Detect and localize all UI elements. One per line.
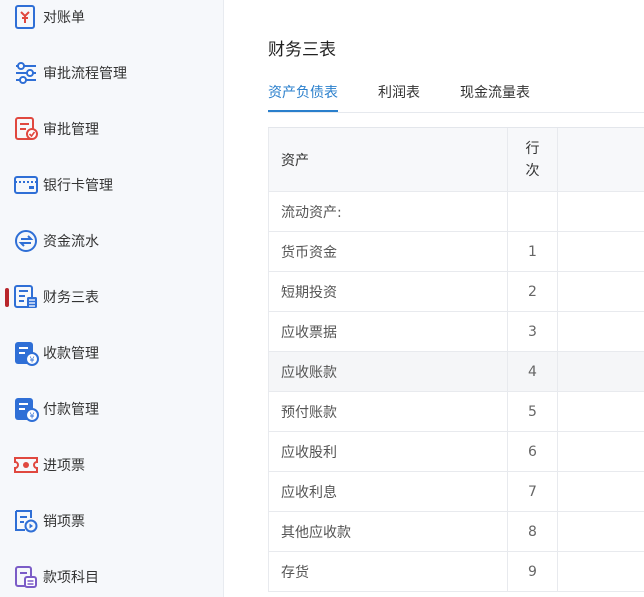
table-row[interactable]: 短期投资 2: [268, 272, 644, 312]
line-cell: 3: [508, 312, 558, 351]
asset-cell: 存货: [268, 552, 508, 591]
value-cell: [558, 272, 644, 311]
bank-card-icon: [13, 172, 39, 198]
line-cell: 1: [508, 232, 558, 271]
receipt-icon: [13, 4, 39, 30]
table-row[interactable]: 应收账款 4: [268, 352, 644, 392]
sidebar-item-payment[interactable]: ¥ 付款管理: [0, 389, 223, 429]
svg-text:¥: ¥: [29, 412, 34, 421]
sidebar-item-account-subject[interactable]: 款项科目: [0, 557, 223, 597]
table-row[interactable]: 其他应收款 8: [268, 512, 644, 552]
header-line-number: 行 次: [508, 128, 558, 191]
table-row[interactable]: 应收票据 3: [268, 312, 644, 352]
value-cell: [558, 552, 644, 591]
value-cell: [558, 312, 644, 351]
table-header-row: 资产 行 次: [268, 128, 644, 192]
sidebar-item-statement[interactable]: 对账单: [0, 0, 223, 37]
sidebar-item-label: 对账单: [43, 10, 85, 26]
line-cell: [508, 192, 558, 231]
asset-cell: 短期投资: [268, 272, 508, 311]
sidebar-item-label: 审批管理: [43, 122, 99, 138]
sidebar-item-label: 进项票: [43, 458, 85, 474]
line-cell: 9: [508, 552, 558, 591]
page-title: 财务三表: [268, 40, 336, 60]
sidebar: 对账单 审批流程管理 审批管理 银行卡管理 资金流水 财务三表 ¥ 收款管理 ¥…: [0, 0, 224, 597]
sidebar-item-label: 审批流程管理: [43, 66, 127, 82]
table-row[interactable]: 应收利息 7: [268, 472, 644, 512]
main-content: 财务三表 资产负债表 利润表 现金流量表 资产 行 次 流动资产: 货币资金 1…: [224, 0, 644, 597]
sliders-icon: [13, 60, 39, 86]
sidebar-item-approval-flow[interactable]: 审批流程管理: [0, 53, 223, 93]
sidebar-item-bank-card[interactable]: 银行卡管理: [0, 165, 223, 205]
sidebar-item-label: 销项票: [43, 514, 85, 530]
value-cell: [558, 352, 644, 391]
collection-icon: ¥: [13, 340, 39, 366]
sidebar-item-label: 款项科目: [43, 570, 99, 586]
sidebar-item-label: 收款管理: [43, 346, 99, 362]
sidebar-item-label: 付款管理: [43, 402, 99, 418]
line-cell: 7: [508, 472, 558, 511]
tab-bar: 资产负债表 利润表 现金流量表: [268, 82, 644, 113]
header-line-number-part1: 行: [525, 140, 540, 157]
value-cell: [558, 392, 644, 431]
line-cell: 8: [508, 512, 558, 551]
table-row[interactable]: 应收股利 6: [268, 432, 644, 472]
active-tab-underline: [268, 110, 338, 112]
asset-cell: 应收账款: [268, 352, 508, 391]
asset-cell: 流动资产:: [268, 192, 508, 231]
value-cell: [558, 512, 644, 551]
sidebar-item-fund-flow[interactable]: 资金流水: [0, 221, 223, 261]
tab-income-statement[interactable]: 利润表: [378, 82, 420, 113]
table-row[interactable]: 预付账款 5: [268, 392, 644, 432]
header-extra: [558, 128, 644, 191]
line-cell: 4: [508, 352, 558, 391]
table-row[interactable]: 流动资产:: [268, 192, 644, 232]
sidebar-item-label: 银行卡管理: [43, 178, 113, 194]
svg-text:¥: ¥: [29, 356, 34, 365]
balance-sheet-table: 资产 行 次 流动资产: 货币资金 1 短期投资 2 应收票据 3 应收账款 4…: [268, 127, 644, 592]
sidebar-item-financial-statements[interactable]: 财务三表: [0, 277, 223, 317]
tab-cash-flow-statement[interactable]: 现金流量表: [460, 82, 530, 113]
sidebar-item-output-invoice[interactable]: 销项票: [0, 501, 223, 541]
table-row[interactable]: 存货 9: [268, 552, 644, 592]
approval-document-icon: [13, 116, 39, 142]
asset-cell: 应收利息: [268, 472, 508, 511]
asset-cell: 预付账款: [268, 392, 508, 431]
asset-cell: 应收股利: [268, 432, 508, 471]
line-cell: 2: [508, 272, 558, 311]
header-asset: 资产: [268, 128, 508, 191]
asset-cell: 货币资金: [268, 232, 508, 271]
header-line-number-part2: 次: [525, 162, 540, 179]
table-row[interactable]: 货币资金 1: [268, 232, 644, 272]
value-cell: [558, 192, 644, 231]
input-invoice-icon: [13, 452, 39, 478]
sidebar-item-approval[interactable]: 审批管理: [0, 109, 223, 149]
exchange-icon: [13, 228, 39, 254]
sidebar-item-label: 资金流水: [43, 234, 99, 250]
line-cell: 6: [508, 432, 558, 471]
value-cell: [558, 432, 644, 471]
sidebar-item-label: 财务三表: [43, 290, 99, 306]
payment-icon: ¥: [13, 396, 39, 422]
tab-balance-sheet[interactable]: 资产负债表: [268, 82, 338, 113]
asset-cell: 其他应收款: [268, 512, 508, 551]
asset-cell: 应收票据: [268, 312, 508, 351]
value-cell: [558, 472, 644, 511]
output-invoice-icon: [13, 508, 39, 534]
sidebar-item-input-invoice[interactable]: 进项票: [0, 445, 223, 485]
line-cell: 5: [508, 392, 558, 431]
finance-report-icon: [13, 284, 39, 310]
value-cell: [558, 232, 644, 271]
account-subject-icon: [13, 564, 39, 590]
sidebar-item-collection[interactable]: ¥ 收款管理: [0, 333, 223, 373]
